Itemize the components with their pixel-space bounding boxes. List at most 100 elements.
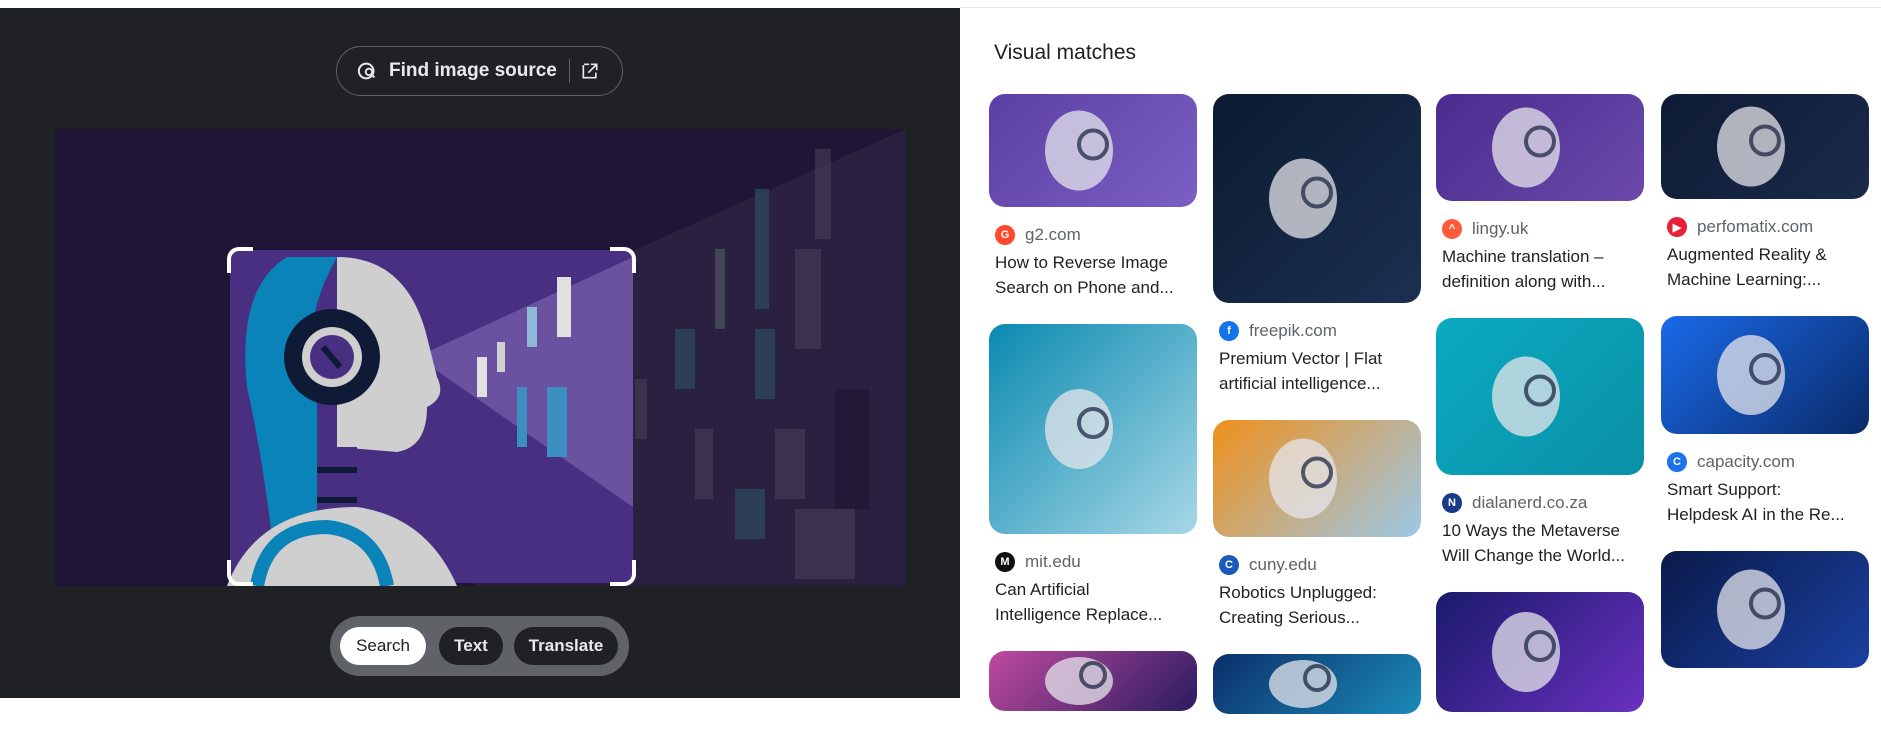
robot-head-illustration [1717,569,1785,650]
match-thumbnail[interactable] [1436,318,1644,475]
match-title[interactable]: Machine translation – definition along wi… [1436,244,1644,294]
match-source[interactable]: Mmit.edu [989,547,1197,577]
match-source[interactable]: ▶ perfomatix.com [1661,212,1869,242]
visual-match-card[interactable]: Gg2.com How to Reverse Image Search on Pho… [989,94,1197,300]
mode-search-button[interactable]: Search [340,627,426,665]
match-source[interactable]: Ndialanerd.co.za [1436,488,1644,518]
match-source[interactable]: Ccapacity.com [1661,447,1869,477]
site-favicon-icon: N [1442,493,1462,513]
match-thumbnail[interactable] [989,324,1197,534]
title-line: Machine Learning:... [1667,270,1822,289]
site-favicon-icon: ^ [1442,219,1462,239]
match-source[interactable]: Gg2.com [989,220,1197,250]
lens-icon [357,62,376,80]
mode-text-button[interactable]: Text [439,627,503,665]
visual-match-card[interactable]: Ndialanerd.co.za 10 Ways the Metaverse Wil… [1436,318,1644,568]
match-thumbnail[interactable] [1661,551,1869,668]
robot-head-illustration [1717,335,1785,415]
robot-head-illustration [1717,106,1785,187]
visual-match-card[interactable] [989,651,1197,711]
site-favicon-icon: G [995,225,1015,245]
robot-head-illustration [1269,438,1337,519]
visual-match-card[interactable]: Ccapacity.com Smart Support: Helpdesk AI i… [1661,316,1869,527]
robot-head-illustration [1045,110,1113,191]
visual-match-card[interactable]: ^ lingy.uk Machine translation – definition… [1436,94,1644,294]
match-thumbnail[interactable] [1436,94,1644,201]
image-search-panel: Find image source Search Text Translate [0,8,960,698]
match-title[interactable]: Robotics Unplugged: Creating Serious... [1213,580,1421,630]
robot-head-illustration [1492,612,1560,692]
match-source[interactable]: f freepik.com [1213,316,1421,346]
results-column: ^ lingy.uk Machine translation – definition… [1436,94,1644,736]
title-line: Creating Serious... [1219,608,1360,627]
site-name: dialanerd.co.za [1472,493,1588,512]
site-name: mit.edu [1025,552,1081,571]
match-thumbnail[interactable] [1213,94,1421,303]
visual-matches-heading: Visual matches [994,41,1137,64]
match-title[interactable]: How to Reverse Image Search on Phone and.… [989,250,1197,300]
match-thumbnail[interactable] [1213,420,1421,537]
robot-head-illustration [1492,356,1560,437]
match-title[interactable]: Smart Support: Helpdesk AI in the Re... [1661,477,1869,527]
visual-match-card[interactable] [1213,654,1421,714]
match-title[interactable]: Premium Vector | Flat artificial intellig… [1213,346,1421,396]
results-column: ▶ perfomatix.com Augmented Reality & Machin… [1661,94,1869,692]
title-line: definition along with... [1442,272,1606,291]
title-line: Can Artificial [995,580,1090,599]
mode-switcher: Search Text Translate [330,616,629,676]
visual-match-card[interactable]: Ccuny.edu Robotics Unplugged: Creating Ser… [1213,420,1421,630]
match-thumbnail[interactable] [1661,94,1869,199]
match-thumbnail[interactable] [1213,654,1421,714]
title-line: How to Reverse Image [995,253,1168,272]
crop-selection[interactable] [227,247,636,586]
match-thumbnail[interactable] [989,651,1197,711]
title-line: 10 Ways the Metaverse [1442,521,1620,540]
match-source[interactable]: Ccuny.edu [1213,550,1421,580]
site-name: g2.com [1025,225,1081,244]
match-thumbnail[interactable] [1661,316,1869,434]
match-title[interactable]: 10 Ways the Metaverse Will Change the Wor… [1436,518,1644,568]
robot-head-illustration [1045,657,1113,705]
match-source[interactable]: ^ lingy.uk [1436,214,1644,244]
visual-match-card[interactable]: f freepik.com Premium Vector | Flat artific… [1213,94,1421,396]
visual-match-card[interactable] [1661,551,1869,668]
visual-match-card[interactable] [1436,592,1644,712]
title-line: Machine translation – [1442,247,1604,266]
mode-translate-button[interactable]: Translate [514,627,618,665]
results-column: Gg2.com How to Reverse Image Search on Pho… [989,94,1197,735]
crop-handle-top-left[interactable] [227,247,253,273]
match-thumbnail[interactable] [1436,592,1644,712]
title-line: Search on Phone and... [995,278,1174,297]
title-line: Premium Vector | Flat [1219,349,1383,368]
title-line: Augmented Reality & [1667,245,1827,264]
title-line: Will Change the World... [1442,546,1625,565]
title-line: artificial intelligence... [1219,374,1381,393]
crop-handle-bottom-left[interactable] [227,560,253,586]
results-column: f freepik.com Premium Vector | Flat artific… [1213,94,1421,738]
visual-match-card[interactable]: ▶ perfomatix.com Augmented Reality & Machin… [1661,94,1869,292]
divider [568,59,570,83]
results-panel: Visual matches Gg2.com How to Reverse Ima… [960,7,1881,714]
title-line: Robotics Unplugged: [1219,583,1377,602]
find-image-source-button[interactable]: Find image source [336,46,623,96]
robot-head-illustration [1269,158,1337,239]
site-name: perfomatix.com [1697,217,1814,236]
site-favicon-icon: C [1219,555,1239,575]
crop-handle-bottom-right[interactable] [610,560,636,586]
site-name: capacity.com [1697,452,1795,471]
robot-head-illustration [1045,389,1113,469]
visual-match-card[interactable]: Mmit.edu Can Artificial Intelligence Repla… [989,324,1197,627]
match-thumbnail[interactable] [989,94,1197,207]
site-favicon-icon: ▶ [1667,217,1687,237]
robot-head-illustration [1492,107,1560,188]
title-line: Helpdesk AI in the Re... [1667,505,1845,524]
site-favicon-icon: f [1219,321,1239,341]
crop-handle-top-right[interactable] [610,247,636,273]
site-favicon-icon: C [1667,452,1687,472]
open-in-new-icon[interactable] [580,61,600,81]
title-line: Smart Support: [1667,480,1782,499]
match-title[interactable]: Can Artificial Intelligence Replace... [989,577,1197,627]
match-title[interactable]: Augmented Reality & Machine Learning:... [1661,242,1869,292]
title-line: Intelligence Replace... [995,605,1163,624]
find-image-source-label: Find image source [389,60,557,81]
